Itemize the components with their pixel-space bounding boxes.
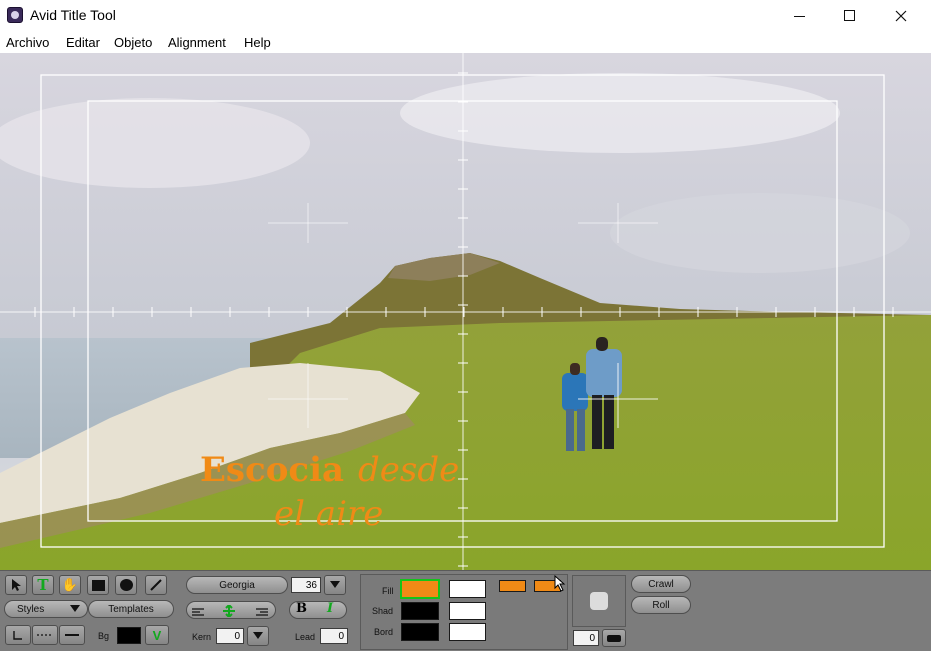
bg-color-swatch[interactable] (117, 627, 141, 644)
line-tool-button[interactable] (145, 575, 167, 595)
font-size-dropdown[interactable] (324, 575, 346, 595)
shadow-label: Shad (372, 606, 394, 616)
kern-label: Kern (192, 632, 212, 642)
select-arrow-icon (12, 579, 21, 591)
solid-line-icon (65, 634, 79, 636)
title-toolbar: T ✋ Styles Templates Bg V Georgia 36 B I… (0, 570, 931, 651)
text-tool-button[interactable]: T (32, 575, 54, 595)
title-text-italic[interactable]: desde (358, 450, 459, 490)
maximize-icon (843, 10, 855, 21)
border-transparency-swatch[interactable] (449, 623, 486, 641)
title-text-line2[interactable]: el aire (274, 494, 383, 534)
fill-label: Fill (382, 586, 394, 596)
close-button[interactable] (878, 0, 924, 31)
menu-editar[interactable]: Editar (66, 35, 100, 50)
templates-button[interactable]: Templates (88, 600, 174, 618)
app-icon (7, 7, 23, 23)
align-right-icon (256, 608, 268, 616)
menu-bar: Archivo Editar Objeto Alignment Help (0, 31, 931, 53)
crawl-button[interactable]: Crawl (631, 575, 691, 593)
styles-button[interactable]: Styles (4, 600, 88, 618)
chevron-down-icon (70, 605, 80, 612)
minimize-icon (793, 16, 805, 17)
border-label: Bord (374, 627, 394, 637)
font-name-selector[interactable]: Georgia (186, 576, 288, 594)
window-title: Avid Title Tool (30, 7, 116, 23)
lead-field[interactable]: 0 (320, 628, 348, 644)
fill-transparency-swatch[interactable] (449, 580, 486, 598)
select-tool-button[interactable] (5, 575, 27, 595)
bg-label: Bg (98, 631, 110, 641)
title-text-bold[interactable]: Escocia (200, 450, 344, 490)
italic-button[interactable]: I (327, 601, 333, 616)
menu-archivo[interactable]: Archivo (6, 35, 49, 50)
lead-label: Lead (295, 632, 316, 642)
shadow-type-icon (607, 634, 621, 642)
corner-icon (13, 631, 22, 640)
green-check-icon: V (152, 627, 162, 643)
dotted-line-button[interactable] (32, 625, 58, 645)
shadow-transparency-swatch[interactable] (449, 602, 486, 620)
text-tool-icon: T (37, 576, 49, 594)
bg-color-picker-button[interactable]: V (145, 625, 169, 645)
rectangle-tool-button[interactable] (87, 575, 109, 595)
menu-objeto[interactable]: Objeto (114, 35, 152, 50)
title-bar: Avid Title Tool (0, 0, 931, 31)
styles-label: Styles (17, 603, 45, 615)
align-left-button[interactable] (192, 605, 206, 623)
rectangle-icon (91, 579, 105, 591)
chevron-down-icon (253, 632, 263, 639)
border-color-swatch[interactable] (401, 623, 439, 641)
maximize-button[interactable] (826, 0, 872, 31)
menu-alignment[interactable]: Alignment (168, 35, 226, 50)
close-icon (895, 10, 907, 21)
align-right-button[interactable] (254, 605, 268, 623)
shadow-type-button[interactable] (602, 629, 626, 647)
solid-line-button[interactable] (59, 625, 85, 645)
align-center-button[interactable] (222, 603, 236, 622)
bold-button[interactable]: B (296, 601, 307, 616)
kern-field[interactable]: 0 (216, 628, 244, 644)
font-size-field[interactable]: 36 (291, 577, 321, 593)
app-window: Avid Title Tool Archivo Editar Objeto Al… (0, 0, 931, 651)
hand-tool-button[interactable]: ✋ (59, 575, 81, 595)
minimize-button[interactable] (776, 0, 822, 31)
roll-button[interactable]: Roll (631, 596, 691, 614)
shadow-depth-box[interactable] (572, 575, 626, 627)
hand-icon: ✋ (61, 577, 79, 592)
ellipse-icon (119, 579, 133, 591)
fill-color-swatch[interactable] (400, 579, 440, 599)
menu-help[interactable]: Help (244, 35, 271, 50)
shadow-depth-field[interactable]: 0 (573, 630, 599, 646)
fill-color-start-swatch[interactable] (499, 580, 526, 592)
shadow-depth-icon (590, 592, 608, 610)
ellipse-tool-button[interactable] (115, 575, 137, 595)
align-center-icon (223, 603, 235, 619)
title-canvas[interactable]: Escocia desde el aire (0, 53, 931, 570)
align-left-icon (192, 608, 204, 616)
kern-dropdown[interactable] (247, 626, 269, 646)
mouse-cursor-icon (554, 575, 566, 592)
dotted-line-icon (37, 634, 53, 636)
corner-style-button[interactable] (5, 625, 31, 645)
shadow-color-swatch[interactable] (401, 602, 439, 620)
chevron-down-icon (330, 581, 340, 588)
background-video-frame: Escocia desde el aire (0, 53, 931, 570)
line-icon (150, 579, 162, 591)
